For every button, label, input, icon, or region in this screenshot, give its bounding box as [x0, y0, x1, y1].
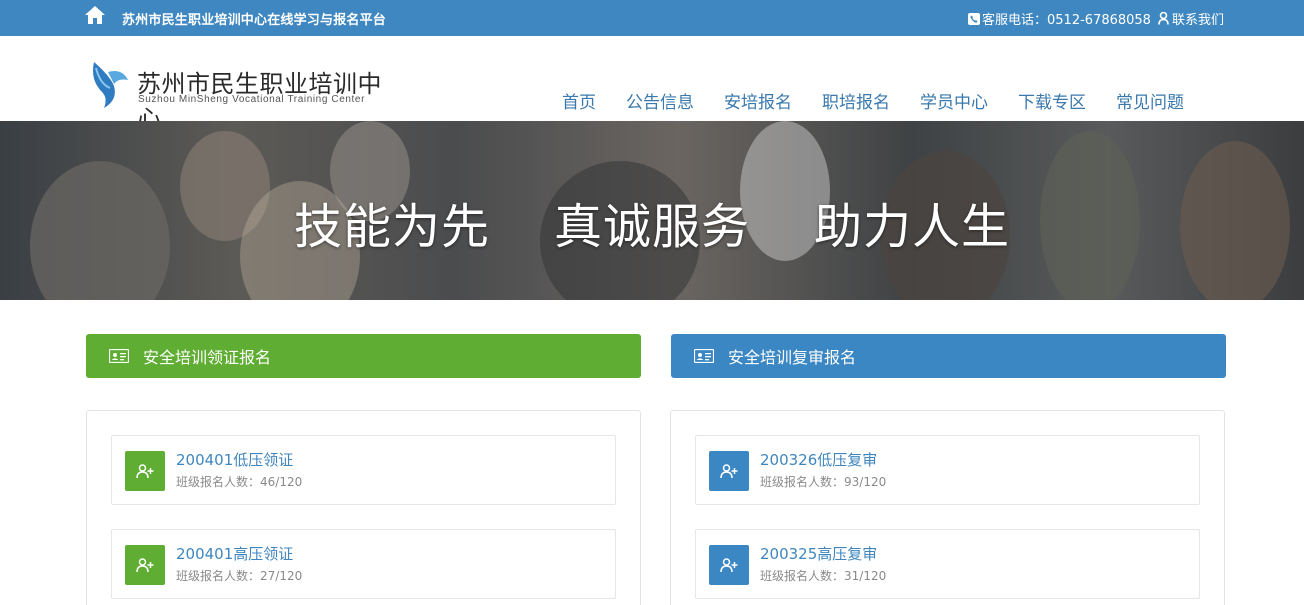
service-phone-label: 客服电话：0512-67868058: [982, 13, 1151, 28]
id-card-icon: [694, 349, 714, 363]
class-item[interactable]: 200401低压领证 班级报名人数：46/120: [111, 435, 616, 505]
class-title[interactable]: 200326低压复审: [760, 449, 877, 470]
class-enrollment-count: 班级报名人数：27/120: [176, 569, 303, 583]
certification-class-list: 200401低压领证 班级报名人数：46/120 200401高压领证 班级报名…: [86, 410, 641, 605]
service-phone: 客服电话：0512-67868058: [968, 9, 1151, 28]
nav-announcements[interactable]: 公告信息: [626, 88, 694, 113]
nav-faq[interactable]: 常见问题: [1116, 88, 1184, 113]
add-user-icon: [709, 545, 749, 585]
class-title[interactable]: 200401高压领证: [176, 543, 293, 564]
safety-training-certification-signup-button[interactable]: 安全培训领证报名: [86, 334, 641, 378]
nav-home[interactable]: 首页: [562, 88, 596, 113]
class-item[interactable]: 200401高压领证 班级报名人数：27/120: [111, 529, 616, 599]
phone-icon: [968, 12, 980, 25]
logo-english-name: Suzhou MinSheng Vocational Training Cent…: [138, 94, 365, 105]
slogan-part-2: 真诚服务: [554, 199, 751, 255]
top-bar: 苏州市民生职业培训中心在线学习与报名平台 客服电话：0512-67868058 …: [0, 0, 1304, 36]
class-enrollment-count: 班级报名人数：93/120: [760, 475, 887, 489]
class-item[interactable]: 200326低压复审 班级报名人数：93/120: [695, 435, 1200, 505]
add-user-icon: [125, 545, 165, 585]
header: 苏州市民生职业培训中心 Suzhou MinSheng Vocational T…: [0, 36, 1304, 133]
class-title[interactable]: 200325高压复审: [760, 543, 877, 564]
add-user-icon: [709, 451, 749, 491]
review-class-list: 200326低压复审 班级报名人数：93/120 200325高压复审 班级报名…: [670, 410, 1225, 605]
id-card-icon: [109, 349, 129, 363]
hero-banner: 技能为先 真诚服务 助力人生: [0, 121, 1304, 300]
banner-slogan: 技能为先 真诚服务 助力人生: [0, 187, 1304, 255]
section-left-label: 安全培训领证报名: [143, 348, 272, 367]
site-logo[interactable]: 苏州市民生职业培训中心 Suzhou MinSheng Vocational T…: [88, 58, 388, 133]
user-icon: [1158, 12, 1169, 25]
contact-us-link[interactable]: 联系我们: [1158, 9, 1224, 28]
slogan-part-1: 技能为先: [294, 199, 491, 255]
contact-us-label: 联系我们: [1172, 13, 1225, 28]
bird-logo-icon: [93, 62, 128, 108]
add-user-icon: [125, 451, 165, 491]
section-right-label: 安全培训复审报名: [728, 348, 857, 367]
class-enrollment-count: 班级报名人数：31/120: [760, 569, 887, 583]
class-title[interactable]: 200401低压领证: [176, 449, 293, 470]
safety-training-review-signup-button[interactable]: 安全培训复审报名: [671, 334, 1226, 378]
main-nav: 首页 公告信息 安培报名 职培报名 学员中心 下载专区 常见问题: [562, 88, 1184, 113]
class-enrollment-count: 班级报名人数：46/120: [176, 475, 303, 489]
nav-downloads[interactable]: 下载专区: [1018, 88, 1086, 113]
home-icon[interactable]: [84, 5, 106, 25]
platform-title: 苏州市民生职业培训中心在线学习与报名平台: [122, 13, 387, 28]
nav-student-center[interactable]: 学员中心: [920, 88, 988, 113]
class-item[interactable]: 200325高压复审 班级报名人数：31/120: [695, 529, 1200, 599]
nav-vocational-signup[interactable]: 职培报名: [822, 88, 890, 113]
slogan-part-3: 助力人生: [814, 199, 1011, 255]
nav-safety-training-signup[interactable]: 安培报名: [724, 88, 792, 113]
